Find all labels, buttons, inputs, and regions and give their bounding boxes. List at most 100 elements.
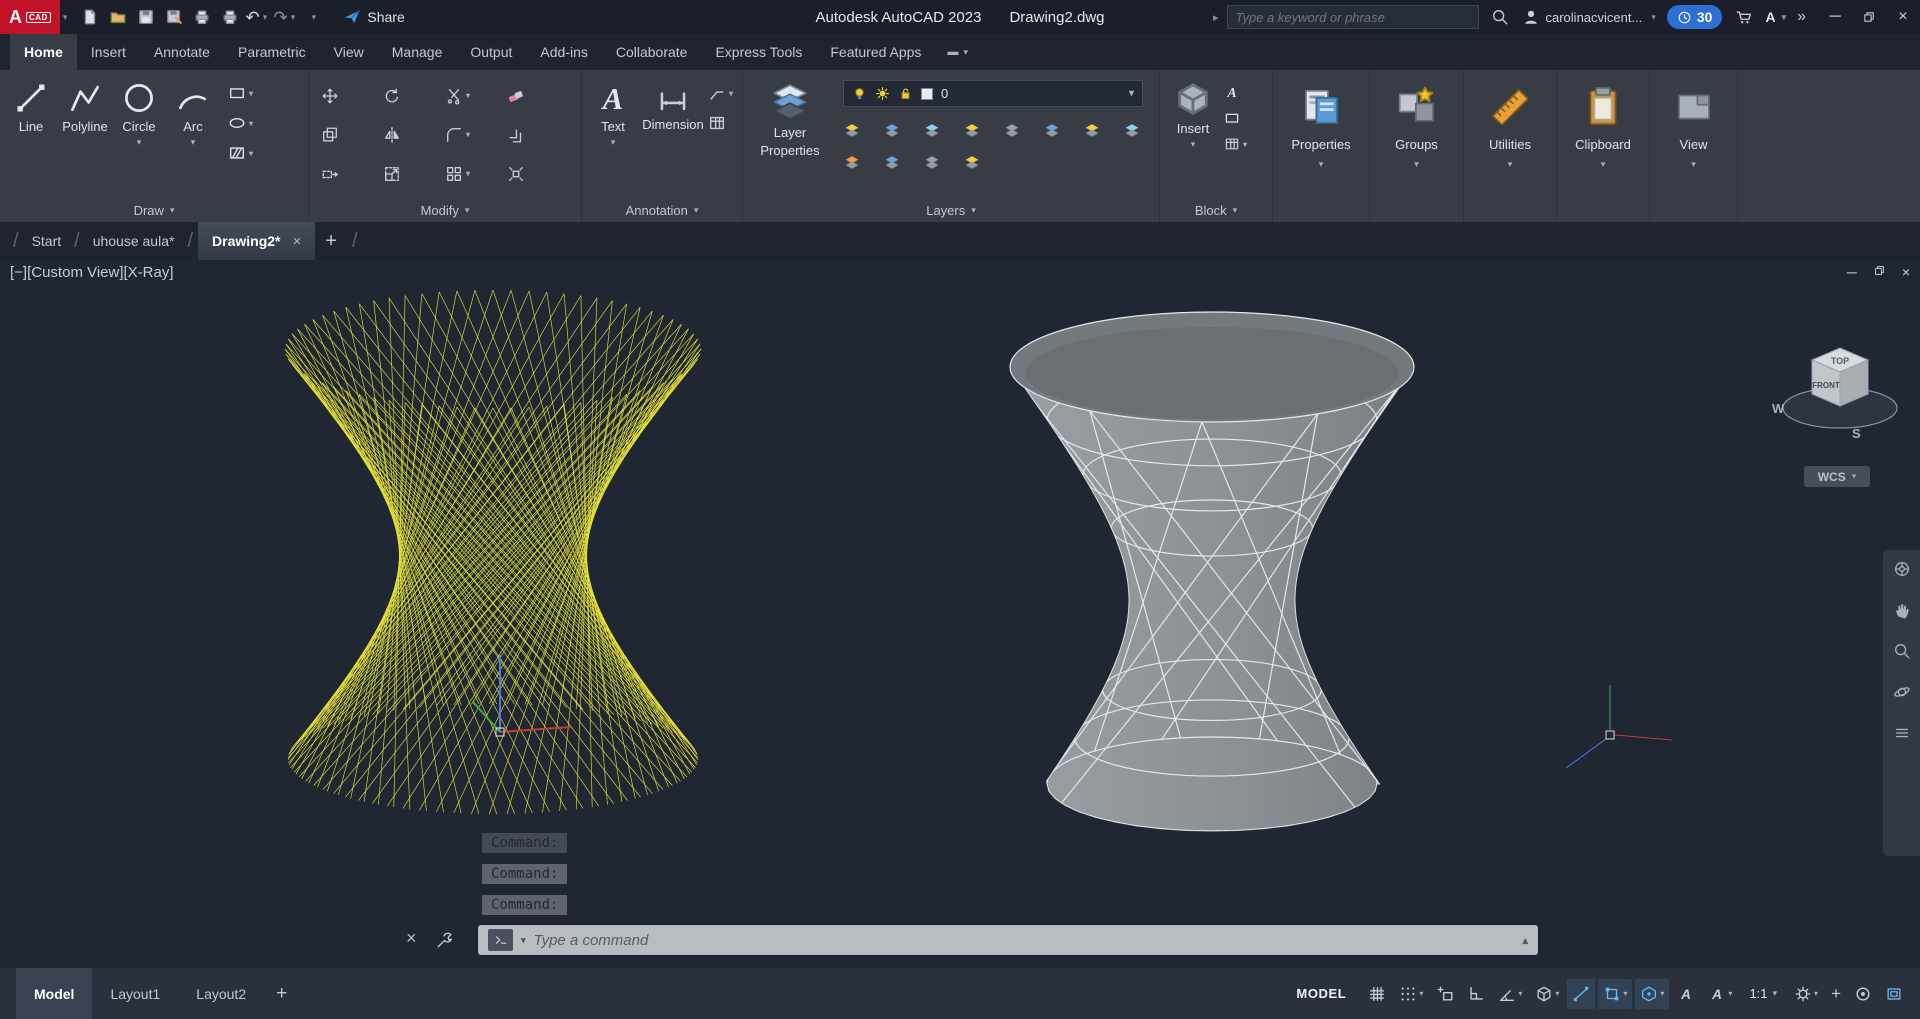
tab-express-tools[interactable]: Express Tools [701, 34, 816, 70]
table-tool[interactable] [708, 114, 733, 132]
modify-panel-title[interactable]: Modify▾ [309, 198, 581, 222]
show-motion-button[interactable] [1893, 724, 1911, 745]
redo-button[interactable]: ↷▾ [272, 4, 299, 31]
viewport-close-button[interactable]: × [1902, 264, 1910, 280]
tab-home[interactable]: Home [10, 34, 77, 70]
zoom-button[interactable] [1893, 642, 1911, 663]
isolate-objects-button[interactable] [1849, 979, 1877, 1009]
command-expand-icon[interactable]: ▴ [1522, 934, 1528, 947]
undo-button[interactable]: ↶▾ [244, 4, 271, 31]
auto-scale-toggle[interactable]: A▾ [1703, 979, 1737, 1009]
user-account-button[interactable]: carolinacvicent... ▾ [1522, 8, 1659, 26]
properties-panel[interactable]: Properties ▾ [1273, 70, 1370, 222]
qat-customize-button[interactable]: ▾ [300, 4, 327, 31]
new-file-button[interactable] [76, 4, 103, 31]
command-customize-button[interactable] [436, 931, 454, 952]
share-button[interactable]: Share [343, 8, 404, 26]
annotation-panel-title[interactable]: Annotation▾ [582, 198, 742, 222]
layer-thaw-all-tool[interactable] [1123, 121, 1141, 139]
close-button[interactable]: × [1886, 0, 1920, 34]
layer-on-tool[interactable] [1083, 121, 1101, 139]
viewport-controls[interactable]: [−][Custom View][X-Ray] [10, 264, 174, 281]
draw-panel-title[interactable]: Draw▾ [0, 198, 308, 222]
create-block-tool[interactable] [1224, 110, 1247, 126]
ellipse-tool[interactable]: ▾ [228, 114, 253, 132]
drawing-canvas[interactable]: WSTOPFRONT [−][Custom View][X-Ray] ─ × W… [0, 260, 1920, 968]
line-tool[interactable]: Line [4, 72, 58, 198]
rectangle-tool[interactable]: ▾ [228, 84, 253, 102]
layer-unlock-tool[interactable] [843, 153, 861, 171]
layer-unisolate-tool[interactable] [883, 153, 901, 171]
clean-screen-button[interactable] [1880, 979, 1908, 1009]
isometric-drafting-toggle[interactable]: ▾ [1530, 979, 1564, 1009]
close-tab-icon[interactable]: × [292, 233, 301, 250]
viewport-minimize-button[interactable]: ─ [1847, 264, 1857, 280]
command-recent-button[interactable] [488, 929, 513, 951]
autocad-logo[interactable]: ACAD [0, 0, 60, 34]
model-tab[interactable]: Model [16, 968, 92, 1019]
customization-button[interactable]: ▾ [1789, 979, 1823, 1009]
command-caret-icon[interactable]: ▾ [521, 935, 526, 946]
layer-isolate-tool[interactable] [883, 121, 901, 139]
trim-tool[interactable]: ▾ [445, 87, 507, 105]
object-snap-3d-toggle[interactable]: ▾ [1635, 979, 1669, 1009]
orbit-button[interactable] [1893, 683, 1911, 704]
fillet-tool[interactable]: ▾ [445, 126, 507, 144]
global-search[interactable] [1227, 5, 1479, 29]
layers-panel-title[interactable]: Layers▾ [743, 198, 1159, 222]
global-search-input[interactable] [1236, 10, 1470, 25]
rotate-tool[interactable] [383, 87, 445, 105]
object-snap-tracking-toggle[interactable] [1567, 979, 1595, 1009]
circle-tool[interactable]: Circle ▾ [112, 72, 166, 198]
layer-properties-button[interactable]: Layer Properties [747, 72, 833, 198]
stretch-tool[interactable] [321, 165, 383, 183]
file-tab-start[interactable]: Start [24, 233, 70, 249]
print-button[interactable] [216, 4, 243, 31]
model-space-toggle[interactable]: MODEL [1282, 986, 1360, 1001]
open-file-button[interactable] [104, 4, 131, 31]
clipboard-panel[interactable]: Clipboard ▾ [1557, 70, 1650, 222]
polar-tracking-toggle[interactable]: ▾ [1493, 979, 1527, 1009]
save-as-button[interactable] [160, 4, 187, 31]
layer-select[interactable]: 0 ▾ [843, 80, 1143, 107]
file-tab-uhouse[interactable]: uhouse aula* [85, 233, 183, 249]
dynamic-input-toggle[interactable] [1431, 979, 1459, 1009]
pan-button[interactable] [1893, 601, 1911, 622]
polyline-tool[interactable]: Polyline [58, 72, 112, 198]
layer-lock-tool[interactable] [963, 121, 981, 139]
trial-days-button[interactable]: 30 [1667, 5, 1723, 29]
tab-manage[interactable]: Manage [378, 34, 457, 70]
add-status-button[interactable]: + [1826, 978, 1846, 1010]
search-button[interactable] [1487, 4, 1514, 31]
erase-tool[interactable] [507, 87, 569, 105]
move-tool[interactable] [321, 87, 383, 105]
search-expand-icon[interactable]: ▸ [1213, 11, 1219, 24]
layout2-tab[interactable]: Layout2 [178, 968, 264, 1019]
manage-attributes-tool[interactable]: ▾ [1224, 136, 1247, 152]
layer-state-tool[interactable] [1043, 121, 1061, 139]
ribbon-display-button[interactable]: ▬▾ [947, 34, 968, 70]
text-tool[interactable]: A Text ▾ [586, 72, 640, 198]
hatch-tool[interactable]: ▾ [228, 144, 253, 162]
array-tool[interactable]: ▾ [445, 165, 507, 183]
mirror-tool[interactable] [383, 126, 445, 144]
view-panel[interactable]: View ▾ [1650, 70, 1738, 222]
viewport-restore-button[interactable] [1873, 264, 1886, 280]
offset-tool[interactable] [507, 126, 569, 144]
tab-featured-apps[interactable]: Featured Apps [816, 34, 935, 70]
snap-mode-toggle[interactable]: ▾ [1394, 979, 1428, 1009]
full-navigation-wheel-button[interactable] [1893, 560, 1911, 581]
layer-freeze-tool[interactable] [923, 121, 941, 139]
copy-tool[interactable] [321, 126, 383, 144]
tab-addins[interactable]: Add-ins [526, 34, 601, 70]
grid-display-toggle[interactable] [1363, 979, 1391, 1009]
autodesk-apps-button[interactable]: A▾ [1765, 9, 1789, 25]
annotation-scale-button[interactable]: 1:1▾ [1740, 986, 1786, 1001]
object-snap-toggle[interactable]: ▾ [1598, 979, 1632, 1009]
command-line[interactable]: ▾ Type a command ▴ [478, 925, 1538, 955]
tab-insert[interactable]: Insert [77, 34, 140, 70]
utilities-panel[interactable]: Utilities ▾ [1464, 70, 1557, 222]
tab-annotate[interactable]: Annotate [140, 34, 224, 70]
tab-collaborate[interactable]: Collaborate [602, 34, 702, 70]
minimize-button[interactable]: ─ [1818, 0, 1852, 34]
